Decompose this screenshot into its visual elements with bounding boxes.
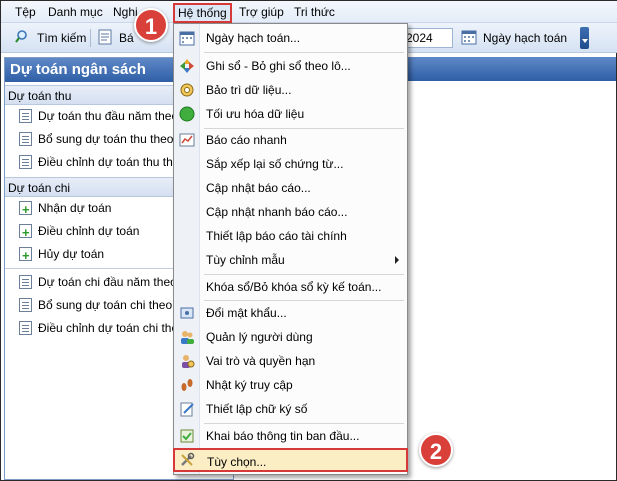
quick-report-icon: [179, 132, 195, 148]
role-icon: [179, 353, 195, 369]
add-document-icon: [19, 198, 32, 220]
menu-item-accounting-date[interactable]: Ngày hạch toán...: [174, 26, 407, 50]
menu-item-user-management[interactable]: Quản lý người dùng: [174, 325, 407, 349]
menu-item-initial-setup[interactable]: Khai báo thông tin ban đầu...: [174, 424, 407, 448]
document-icon: [19, 321, 32, 335]
tools-icon: [179, 452, 195, 468]
menu-item-options[interactable]: Tùy chọn...: [173, 448, 408, 472]
accounting-date-button[interactable]: Ngày hạch toán: [461, 28, 567, 48]
menu-bar: Tệp Danh mục Nghi Hệ thống Trợ giúp Tri …: [1, 1, 617, 23]
search-label: Tìm kiếm: [37, 31, 87, 45]
maintenance-icon: [179, 82, 195, 98]
system-menu-dropdown: Ngày hạch toán... Ghi sổ - Bỏ ghi sổ the…: [173, 23, 408, 475]
setup-icon: [179, 428, 195, 444]
menu-separator: [204, 52, 404, 53]
menu-item-customize-template[interactable]: Tùy chỉnh mẫu: [174, 248, 407, 272]
calendar-icon: [179, 30, 195, 46]
document-icon: [19, 109, 32, 123]
footprints-icon: [179, 377, 195, 393]
accounting-date-label: Ngày hạch toán: [483, 31, 568, 45]
submenu-arrow-icon: [395, 256, 399, 264]
report-label: Bá: [119, 31, 134, 45]
password-icon: [179, 305, 195, 321]
menu-system[interactable]: Hệ thống: [173, 3, 232, 23]
menu-item-lock-period[interactable]: Khóa sổ/Bỏ khóa sổ kỳ kế toán...: [174, 275, 407, 299]
document-icon: [19, 298, 32, 312]
menu-item-quick-report[interactable]: Báo cáo nhanh: [174, 128, 407, 152]
signature-icon: [179, 401, 195, 417]
menu-file[interactable]: Tệp: [15, 4, 36, 21]
green-circle-icon: [179, 106, 195, 122]
toolbar-overflow-button[interactable]: [580, 27, 589, 49]
menu-item-access-log[interactable]: Nhật ký truy cập: [174, 373, 407, 397]
menu-item-resort-vouchers[interactable]: Sắp xếp lại số chứng từ...: [174, 152, 407, 176]
menu-item-financial-report-setup[interactable]: Thiết lập báo cáo tài chính: [174, 224, 407, 248]
users-icon: [179, 329, 195, 345]
post-arrows-icon: [179, 58, 195, 74]
step-badge-2: 2: [419, 433, 453, 467]
document-icon: [19, 275, 32, 289]
menu-item-change-password[interactable]: Đổi mật khẩu...: [174, 301, 407, 325]
search-icon: [15, 29, 31, 45]
menu-help[interactable]: Trợ giúp: [239, 4, 284, 21]
menu-item-digital-signature[interactable]: Thiết lập chữ ký số: [174, 397, 407, 421]
menu-item-quick-update-report[interactable]: Cập nhật nhanh báo cáo...: [174, 200, 407, 224]
report-icon: [97, 29, 113, 45]
menu-catalog[interactable]: Danh mục: [48, 4, 103, 21]
document-icon: [19, 155, 32, 169]
report-button[interactable]: Bá: [97, 28, 134, 48]
toolbar-separator: [90, 29, 91, 47]
add-document-icon: [19, 221, 32, 243]
menu-item-data-maintenance[interactable]: Bảo trì dữ liệu...: [174, 78, 407, 102]
menu-item-batch-posting[interactable]: Ghi sổ - Bỏ ghi sổ theo lô...: [174, 54, 407, 78]
document-icon: [19, 132, 32, 146]
menu-item-roles-permissions[interactable]: Vai trò và quyền hạn: [174, 349, 407, 373]
menu-knowledge[interactable]: Tri thức: [294, 4, 335, 21]
calendar-icon: [461, 29, 477, 45]
menu-item-update-report[interactable]: Cập nhật báo cáo...: [174, 176, 407, 200]
menu-item-optimize-data[interactable]: Tối ưu hóa dữ liệu: [174, 102, 407, 126]
step-badge-1: 1: [134, 8, 168, 42]
add-document-icon: [19, 244, 32, 266]
search-button[interactable]: Tìm kiếm: [15, 28, 86, 48]
